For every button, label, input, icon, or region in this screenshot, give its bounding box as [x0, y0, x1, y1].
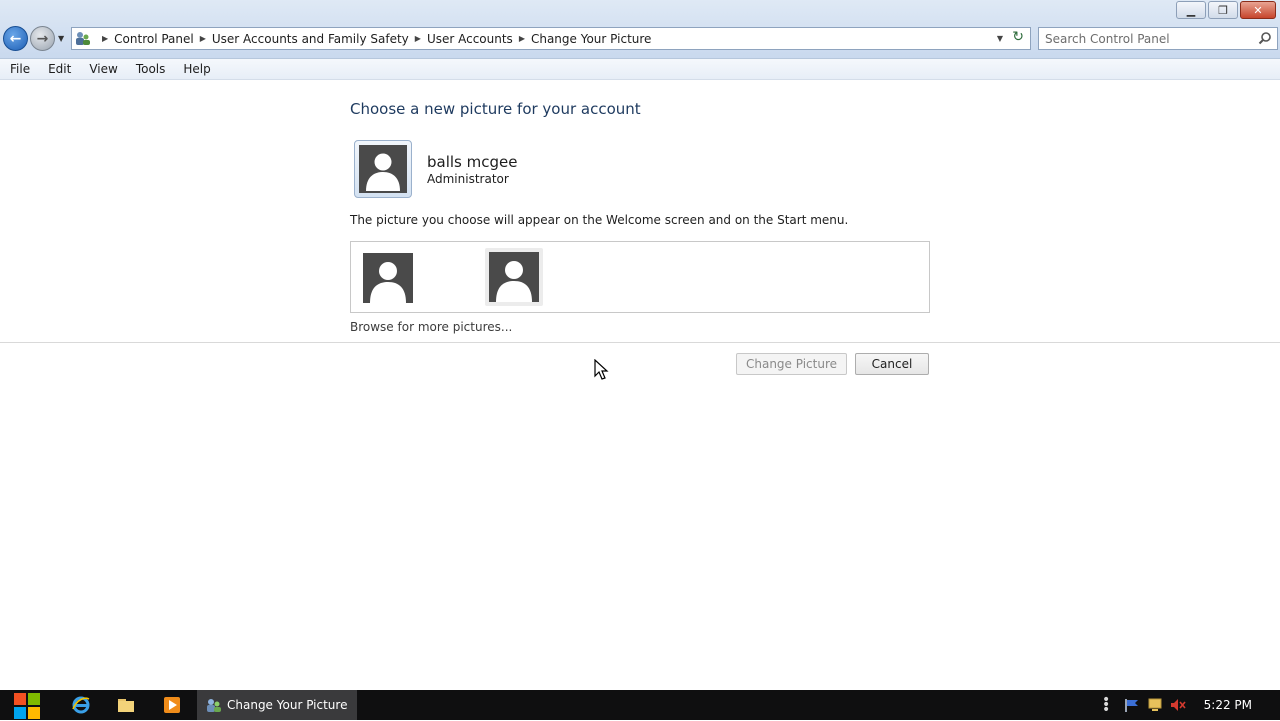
breadcrumb-separator-icon[interactable]: ▶	[200, 34, 206, 43]
close-button[interactable]: ✕	[1240, 1, 1276, 19]
user-name: balls mcgee	[427, 153, 518, 171]
picture-option-1[interactable]	[363, 253, 413, 303]
taskbar-active-window-label: Change Your Picture	[227, 698, 348, 712]
control-panel-icon	[76, 32, 90, 45]
divider	[0, 342, 1280, 343]
action-center-flag-icon[interactable]	[1124, 698, 1140, 712]
picture-option-2-selected[interactable]	[485, 248, 543, 306]
restore-button[interactable]: ❐	[1208, 1, 1238, 19]
address-dropdown-icon[interactable]: ▼	[997, 34, 1003, 43]
address-bar[interactable]: ▶ Control Panel ▶ User Accounts and Fami…	[71, 27, 1031, 50]
media-player-icon	[164, 697, 180, 713]
restore-icon: ❐	[1218, 3, 1228, 17]
taskbar: Change Your Picture • • • 5:22 PM	[0, 690, 1280, 720]
internet-explorer-icon	[72, 696, 90, 714]
start-button-windows-logo-icon[interactable]	[10, 691, 44, 721]
breadcrumb-separator-icon[interactable]: ▶	[102, 34, 108, 43]
back-arrow-icon: ←	[9, 30, 22, 47]
user-silhouette-icon	[496, 261, 532, 302]
breadcrumb-separator-icon[interactable]: ▶	[415, 34, 421, 43]
menu-edit[interactable]: Edit	[38, 62, 79, 76]
control-panel-icon	[207, 699, 221, 712]
forward-button[interactable]: →	[30, 26, 55, 51]
search-box[interactable]	[1038, 27, 1278, 50]
minimize-button[interactable]: ▁	[1176, 1, 1206, 19]
mouse-cursor-icon	[594, 359, 609, 380]
user-silhouette-icon	[370, 262, 406, 303]
breadcrumb-user-accounts-family-safety[interactable]: User Accounts and Family Safety	[212, 32, 409, 46]
menu-help[interactable]: Help	[173, 62, 218, 76]
explorer-folder-icon	[118, 699, 134, 712]
user-silhouette-icon	[366, 153, 400, 191]
forward-arrow-icon: →	[36, 30, 49, 47]
search-icon[interactable]	[1258, 31, 1272, 45]
network-icon[interactable]	[1147, 698, 1163, 712]
taskbar-active-window[interactable]: Change Your Picture	[197, 690, 357, 720]
volume-muted-icon[interactable]	[1170, 698, 1186, 712]
breadcrumb-user-accounts[interactable]: User Accounts	[427, 32, 513, 46]
breadcrumb-change-your-picture[interactable]: Change Your Picture	[531, 32, 651, 46]
picture-description: The picture you choose will appear on th…	[350, 213, 849, 227]
browse-more-pictures-link[interactable]: Browse for more pictures...	[350, 320, 512, 334]
user-role: Administrator	[427, 172, 509, 186]
window-titlebar: ▁ ❐ ✕ ← → ▼ ▶ Control Panel ▶ User Accou…	[0, 0, 1280, 59]
breadcrumb-separator-icon[interactable]: ▶	[519, 34, 525, 43]
tray-grip-icon[interactable]: • • •	[1102, 693, 1110, 717]
picture-list	[350, 241, 930, 313]
close-icon: ✕	[1253, 3, 1263, 17]
taskbar-clock[interactable]: 5:22 PM	[1204, 698, 1252, 712]
menu-file[interactable]: File	[0, 62, 38, 76]
search-input[interactable]	[1045, 30, 1250, 47]
cancel-button[interactable]: Cancel	[855, 353, 929, 375]
change-picture-button[interactable]: Change Picture	[736, 353, 847, 375]
back-button[interactable]: ←	[3, 26, 28, 51]
recent-pages-chevron-icon[interactable]: ▼	[58, 34, 64, 43]
menu-view[interactable]: View	[79, 62, 125, 76]
page-title: Choose a new picture for your account	[350, 100, 641, 118]
taskbar-windows-explorer[interactable]	[108, 692, 144, 718]
refresh-icon[interactable]: ↻	[1012, 29, 1024, 45]
minimize-icon: ▁	[1186, 3, 1196, 17]
breadcrumb: ▶ Control Panel ▶ User Accounts and Fami…	[96, 28, 651, 49]
breadcrumb-control-panel[interactable]: Control Panel	[114, 32, 194, 46]
menu-tools[interactable]: Tools	[126, 62, 174, 76]
taskbar-internet-explorer[interactable]	[63, 692, 99, 718]
caption-buttons: ▁ ❐ ✕	[1176, 1, 1276, 19]
taskbar-media-player[interactable]	[154, 692, 190, 718]
current-user-avatar	[354, 140, 412, 198]
menu-bar: File Edit View Tools Help	[0, 59, 1280, 80]
